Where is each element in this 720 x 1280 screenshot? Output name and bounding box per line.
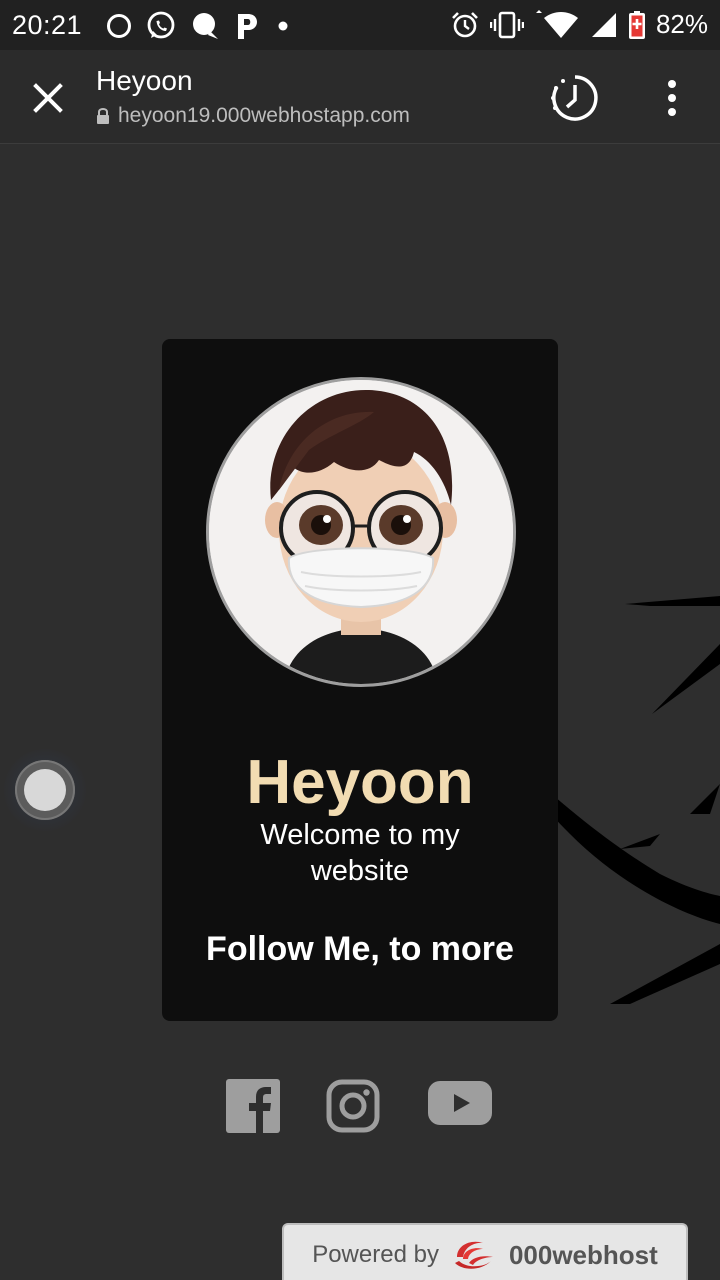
custom-tab-toolbar: Heyoon heyoon19.000webhostapp.com [0, 50, 720, 144]
social-links [0, 1079, 720, 1139]
chat-bubble-icon [193, 13, 218, 39]
history-icon[interactable] [548, 71, 602, 125]
circle-icon [107, 14, 131, 38]
lock-icon [97, 108, 109, 124]
assistive-touch-dot [24, 769, 66, 811]
web-page: Heyoon Welcome to my website Follow Me, … [0, 144, 720, 1280]
more-options-icon[interactable] [656, 76, 688, 120]
avatar [206, 377, 516, 687]
dot-icon [278, 21, 288, 31]
vibrate-icon [489, 11, 524, 38]
close-icon[interactable] [26, 76, 70, 120]
instagram-icon[interactable] [326, 1079, 380, 1133]
whatsapp-icon [147, 11, 175, 39]
url-bar[interactable]: heyoon19.000webhostapp.com [96, 104, 410, 128]
webhost-logo-icon [454, 1241, 493, 1269]
profile-name: Heyoon [246, 748, 474, 817]
wifi-icon [535, 9, 578, 38]
url-text: heyoon19.000webhostapp.com [118, 104, 410, 127]
notification-icons [106, 11, 292, 41]
status-time: 20:21 [12, 10, 83, 40]
status-bar: 20:21 82% [0, 0, 720, 50]
signal-icon [591, 12, 616, 37]
assistive-touch-button[interactable] [4, 749, 86, 831]
battery-percent: 82% [655, 9, 708, 39]
powered-by-banner[interactable]: Powered by 000webhost [282, 1223, 688, 1280]
webhost-brand: 000webhost [508, 1239, 658, 1270]
profile-card: Heyoon Welcome to my website Follow Me, … [162, 339, 558, 1021]
system-icons: 82% [450, 9, 708, 40]
alarm-icon [452, 11, 478, 37]
p-app-icon [238, 14, 257, 39]
powered-by-label: Powered by [312, 1241, 439, 1268]
youtube-icon[interactable] [428, 1079, 494, 1127]
follow-text: Follow Me, to more [206, 930, 514, 968]
welcome-text: Welcome to my website [260, 819, 460, 887]
page-title: Heyoon [96, 65, 193, 96]
battery-icon [628, 10, 645, 39]
facebook-icon[interactable] [226, 1079, 280, 1133]
